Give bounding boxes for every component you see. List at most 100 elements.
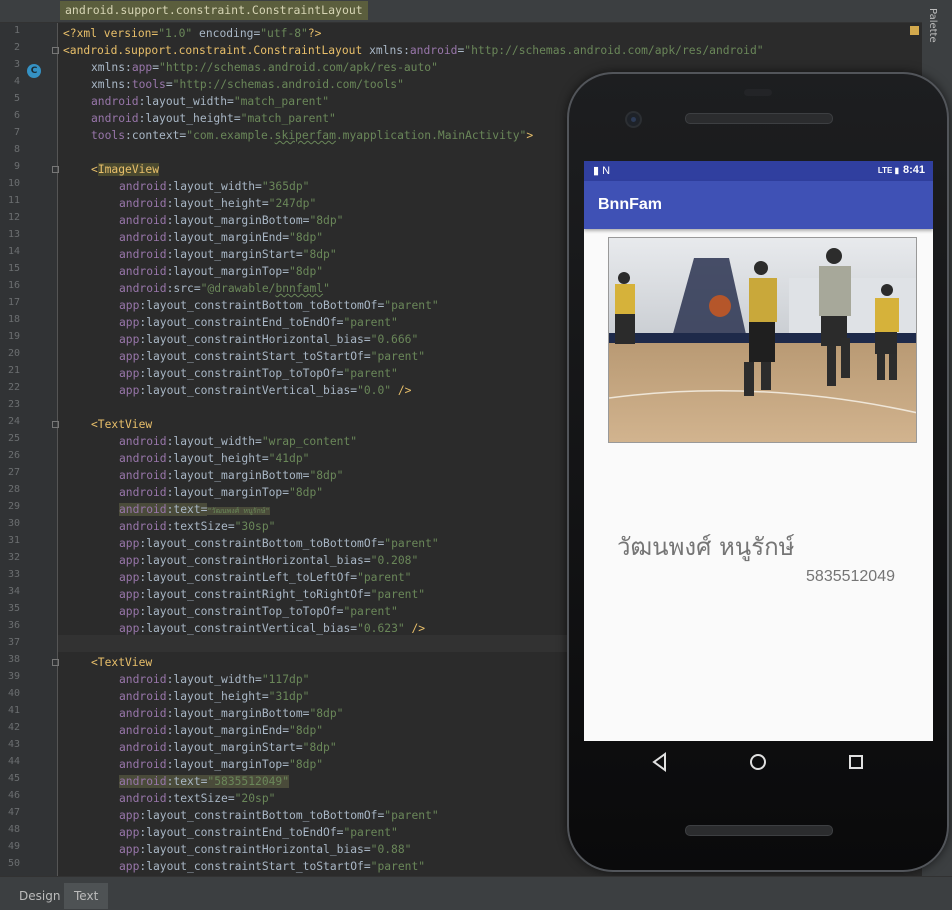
home-icon[interactable] <box>747 751 769 773</box>
line-number: 2 <box>13 42 20 53</box>
line-number: 35 <box>7 603 20 614</box>
code-line-18: app:layout_constraintEnd_toEndOf="parent… <box>119 316 398 329</box>
line-number: 14 <box>7 246 20 257</box>
line-number: 6 <box>13 110 20 121</box>
class-badge-icon[interactable]: C <box>27 64 41 78</box>
code-line-14: android:layout_marginStart="8dp" <box>119 248 337 261</box>
line-number: 45 <box>7 773 20 784</box>
code-line-50: app:layout_constraintStart_toStartOf="pa… <box>119 860 426 873</box>
code-line-40: android:layout_height="31dp" <box>119 690 310 703</box>
line-number: 36 <box>7 620 20 631</box>
line-number: 5 <box>13 93 20 104</box>
code-line-2: <android.support.constraint.ConstraintLa… <box>63 44 764 57</box>
code-line-5: android:layout_width="match_parent" <box>91 95 330 108</box>
line-number: 26 <box>7 450 20 461</box>
editor-mode-tabs: Design Text <box>0 876 952 910</box>
app-toolbar: BnnFam <box>584 181 933 229</box>
line-number: 28 <box>7 484 20 495</box>
line-number: 38 <box>7 654 20 665</box>
code-line-22: app:layout_constraintVertical_bias="0.0"… <box>119 384 412 397</box>
code-line-12: android:layout_marginBottom="8dp" <box>119 214 344 227</box>
line-number-gutter: C 1 2 3 4 5 6 7 8 9 10 11 12 13 14 15 16 17 18 19 20 21 22 23 2… <box>0 23 59 876</box>
code-line-49: app:layout_constraintHorizontal_bias="0.… <box>119 843 412 856</box>
front-camera-icon <box>627 113 640 126</box>
code-line-44: android:layout_marginTop="8dp" <box>119 758 324 771</box>
code-line-30: android:textSize="30sp" <box>119 520 276 533</box>
code-line-17: app:layout_constraintBottom_toBottomOf="… <box>119 299 439 312</box>
code-line-21: app:layout_constraintTop_toTopOf="parent… <box>119 367 398 380</box>
line-number: 42 <box>7 722 20 733</box>
code-line-42: android:layout_marginEnd="8dp" <box>119 724 324 737</box>
status-right: LTE ▮ 8:41 <box>878 164 925 176</box>
code-line-41: android:layout_marginBottom="8dp" <box>119 707 344 720</box>
line-number: 39 <box>7 671 20 682</box>
line-number: 21 <box>7 365 20 376</box>
code-line-27: android:layout_marginBottom="8dp" <box>119 469 344 482</box>
line-number: 27 <box>7 467 20 478</box>
tab-text[interactable]: Text <box>64 883 109 909</box>
palette-tab[interactable]: Palette <box>927 8 938 43</box>
line-number: 43 <box>7 739 20 750</box>
signal-battery-icons: LTE ▮ <box>877 166 899 175</box>
line-number: 48 <box>7 824 20 835</box>
code-line-3: xmlns:app="http://schemas.android.com/ap… <box>91 61 438 74</box>
line-number: 44 <box>7 756 20 767</box>
code-line-26: android:layout_height="41dp" <box>119 452 310 465</box>
code-line-16: android:src="@drawable/bnnfaml" <box>119 282 330 295</box>
line-number: 29 <box>7 501 20 512</box>
code-line-10: android:layout_width="365dp" <box>119 180 310 193</box>
line-number: 47 <box>7 807 20 818</box>
code-line-43: android:layout_marginStart="8dp" <box>119 741 337 754</box>
earpiece-speaker <box>685 113 833 124</box>
line-number: 46 <box>7 790 20 801</box>
line-number: 3 <box>13 59 20 70</box>
line-number: 23 <box>7 399 20 410</box>
warning-marker[interactable] <box>910 26 919 35</box>
line-number: 16 <box>7 280 20 291</box>
code-line-32: app:layout_constraintHorizontal_bias="0.… <box>119 554 419 567</box>
line-number: 18 <box>7 314 20 325</box>
tab-design[interactable]: Design <box>9 883 70 909</box>
line-number: 30 <box>7 518 20 529</box>
code-line-1: <?xml version="1.0" encoding="utf-8"?> <box>63 27 322 40</box>
line-number: 9 <box>13 161 20 172</box>
bottom-speaker <box>685 825 833 836</box>
name-text-view: วัฒนพงศ์ หนูรักษ์ <box>617 533 795 561</box>
line-number: 41 <box>7 705 20 716</box>
line-number: 12 <box>7 212 20 223</box>
line-number: 20 <box>7 348 20 359</box>
code-line-46: android:textSize="20sp" <box>119 792 276 805</box>
code-line-34: app:layout_constraintRight_toRightOf="pa… <box>119 588 426 601</box>
breadcrumb[interactable]: android.support.constraint.ConstraintLay… <box>60 1 368 20</box>
code-line-15: android:layout_marginTop="8dp" <box>119 265 324 278</box>
line-number: 32 <box>7 552 20 563</box>
code-line-47: app:layout_constraintBottom_toBottomOf="… <box>119 809 439 822</box>
student-id-text-view: 5835512049 <box>806 568 895 585</box>
line-number: 31 <box>7 535 20 546</box>
line-number: 40 <box>7 688 20 699</box>
back-icon[interactable] <box>649 751 671 773</box>
device-screen: ▮ N LTE ▮ 8:41 BnnFam วัฒนพงศ์ หนูรักษ์ … <box>584 161 933 741</box>
code-line-29: android:text="วัฒนพงศ์ หนูรักษ์" <box>119 503 270 516</box>
code-line-38: <TextView <box>91 656 153 669</box>
code-line-36: app:layout_constraintVertical_bias="0.62… <box>119 622 426 635</box>
recents-icon[interactable] <box>845 751 867 773</box>
basketball-photo <box>608 237 917 443</box>
code-line-13: android:layout_marginEnd="8dp" <box>119 231 324 244</box>
line-number: 22 <box>7 382 20 393</box>
code-line-20: app:layout_constraintStart_toStartOf="pa… <box>119 350 426 363</box>
line-number: 4 <box>13 76 20 87</box>
code-line-24: <TextView <box>91 418 153 431</box>
code-line-39: android:layout_width="117dp" <box>119 673 310 686</box>
line-number: 8 <box>13 144 20 155</box>
line-number: 33 <box>7 569 20 580</box>
line-number: 17 <box>7 297 20 308</box>
code-line-4: xmlns:tools="http://schemas.android.com/… <box>91 78 404 91</box>
status-bar: ▮ N LTE ▮ 8:41 <box>584 161 933 181</box>
line-number: 13 <box>7 229 20 240</box>
code-line-28: android:layout_marginTop="8dp" <box>119 486 324 499</box>
line-number: 19 <box>7 331 20 342</box>
code-line-11: android:layout_height="247dp" <box>119 197 317 210</box>
breadcrumb-bar: android.support.constraint.ConstraintLay… <box>0 0 922 23</box>
navigation-bar <box>584 741 933 781</box>
